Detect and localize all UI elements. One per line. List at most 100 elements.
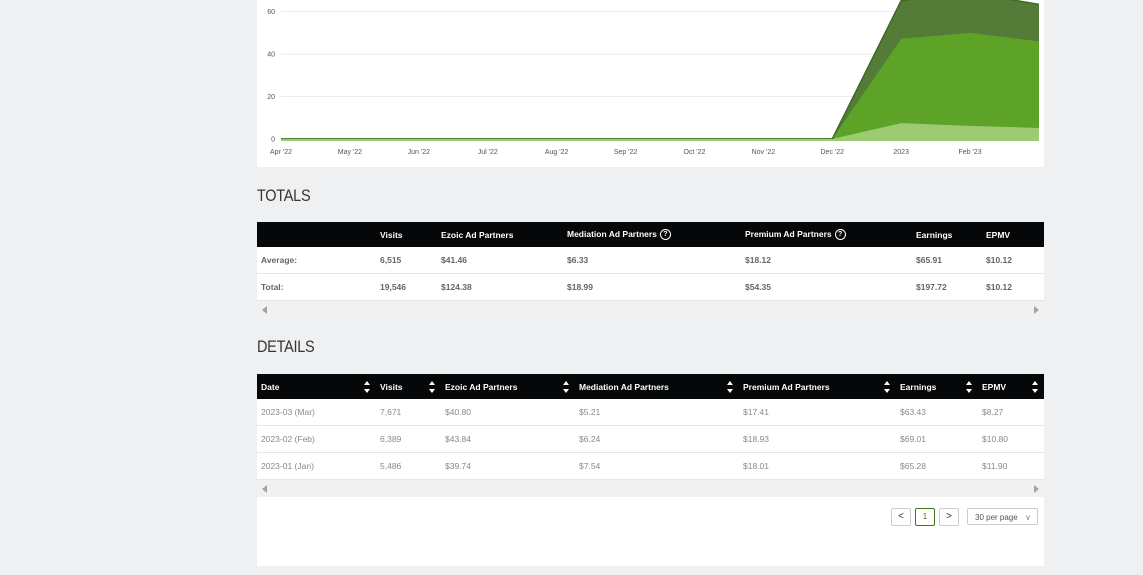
visits-cell: 7,671 bbox=[376, 399, 441, 426]
date-cell: 2023-03 (Mar) bbox=[257, 399, 376, 426]
premium-cell: $54.35 bbox=[741, 273, 912, 301]
totals-header-mediation: Mediation Ad Partners? bbox=[563, 222, 741, 247]
chevron-down-icon: ∨ bbox=[1025, 513, 1031, 522]
epmv-cell: $10.80 bbox=[978, 425, 1044, 453]
earnings-cell: $65.91 bbox=[912, 247, 982, 274]
premium-cell: $18.93 bbox=[739, 425, 896, 453]
series-area-1 bbox=[281, 123, 1039, 139]
totals-header-label bbox=[257, 222, 376, 247]
mediation-cell: $18.99 bbox=[563, 273, 741, 301]
premium-cell: $17.41 bbox=[739, 399, 896, 426]
x-tick-label: 2023 bbox=[893, 149, 909, 156]
y-tick-label: 20 bbox=[267, 94, 275, 101]
epmv-cell: $11.90 bbox=[978, 452, 1044, 480]
ezoic-cell: $43.84 bbox=[441, 425, 575, 453]
mediation-cell: $5.21 bbox=[575, 399, 739, 426]
sort-icon[interactable] bbox=[1032, 381, 1038, 393]
sort-icon[interactable] bbox=[429, 381, 435, 393]
sort-header-mediation[interactable]: Mediation Ad Partners bbox=[575, 374, 739, 399]
premium-cell: $18.12 bbox=[741, 247, 912, 274]
sort-header-visits[interactable]: Visits bbox=[376, 374, 441, 399]
earnings-cell: $69.01 bbox=[896, 425, 978, 453]
totals-header-row: Visits Ezoic Ad Partners Mediation Ad Pa… bbox=[257, 222, 1044, 247]
table-row: 2023-01 (Jan) 5,486 $39.74 $7.54 $18.01 … bbox=[257, 452, 1044, 480]
earnings-cell: $197.72 bbox=[912, 273, 982, 301]
help-icon[interactable]: ? bbox=[834, 229, 846, 241]
ezoic-cell: $39.74 bbox=[441, 452, 575, 480]
date-cell: 2023-01 (Jan) bbox=[257, 452, 376, 480]
sort-icon[interactable] bbox=[364, 381, 370, 393]
totals-header-ezoic: Ezoic Ad Partners bbox=[437, 222, 563, 247]
sort-icon[interactable] bbox=[884, 381, 890, 393]
x-tick-label: Jun '22 bbox=[408, 149, 430, 156]
sort-header-earnings[interactable]: Earnings bbox=[896, 374, 978, 399]
premium-cell: $18.01 bbox=[739, 452, 896, 480]
table-row: Average: 6,515 $41.46 $6.33 $18.12 $65.9… bbox=[257, 247, 1044, 274]
x-tick-label: Aug '22 bbox=[545, 149, 569, 156]
earnings-chart: 0 20 40 60 Apr '22 May '22 Jun '22 Jul '22 Aug '… bbox=[257, 0, 1044, 167]
visits-cell: 6,515 bbox=[376, 247, 437, 274]
sort-header-ezoic[interactable]: Ezoic Ad Partners bbox=[441, 374, 575, 399]
y-tick-label: 40 bbox=[267, 52, 275, 59]
visits-cell: 5,486 bbox=[376, 452, 441, 480]
sort-header-epmv[interactable]: EPMV bbox=[978, 374, 1044, 399]
x-tick-label: Jul '22 bbox=[478, 149, 498, 156]
per-page-select[interactable]: 30 per page ∨ bbox=[967, 508, 1038, 525]
pagination-panel: < 1 > 30 per page ∨ bbox=[257, 497, 1044, 566]
mediation-cell: $6.24 bbox=[575, 425, 739, 453]
area-chart: 0 20 40 60 Apr '22 May '22 Jun '22 Jul '22 Aug '… bbox=[267, 0, 1040, 156]
details-header-row: Date Visits Ezoic Ad Partners Mediation … bbox=[257, 374, 1044, 399]
totals-header-epmv: EPMV bbox=[982, 222, 1044, 247]
scroll-right-icon[interactable] bbox=[1034, 306, 1039, 314]
sort-icon[interactable] bbox=[966, 381, 972, 393]
earnings-cell: $65.28 bbox=[896, 452, 978, 480]
scroll-right-icon[interactable] bbox=[1034, 485, 1039, 493]
x-tick-label: Nov '22 bbox=[752, 149, 776, 156]
row-label: Average: bbox=[257, 247, 376, 274]
date-cell: 2023-02 (Feb) bbox=[257, 425, 376, 453]
x-tick-label: May '22 bbox=[338, 149, 362, 156]
sort-icon[interactable] bbox=[727, 381, 733, 393]
y-tick-label: 60 bbox=[267, 9, 275, 16]
x-tick-label: Oct '22 bbox=[683, 149, 705, 156]
totals-header-premium: Premium Ad Partners? bbox=[741, 222, 912, 247]
ezoic-cell: $41.46 bbox=[437, 247, 563, 274]
x-tick-label: Feb '23 bbox=[959, 149, 982, 156]
per-page-label: 30 per page bbox=[975, 513, 1018, 522]
help-icon[interactable]: ? bbox=[659, 229, 671, 241]
sort-header-premium[interactable]: Premium Ad Partners bbox=[739, 374, 896, 399]
x-tick-label: Dec '22 bbox=[821, 149, 845, 156]
totals-horizontal-scrollbar[interactable] bbox=[257, 302, 1044, 318]
table-row: Total: 19,546 $124.38 $18.99 $54.35 $197… bbox=[257, 273, 1044, 301]
epmv-cell: $8.27 bbox=[978, 399, 1044, 426]
details-title: DETAILS bbox=[257, 337, 315, 356]
totals-title: TOTALS bbox=[257, 186, 311, 205]
details-table: Date Visits Ezoic Ad Partners Mediation … bbox=[257, 374, 1044, 480]
page-1-button[interactable]: 1 bbox=[915, 508, 935, 526]
table-row: 2023-03 (Mar) 7,671 $40.80 $5.21 $17.41 … bbox=[257, 399, 1044, 426]
details-horizontal-scrollbar[interactable] bbox=[257, 481, 1044, 497]
table-row: 2023-02 (Feb) 6,389 $43.84 $6.24 $18.93 … bbox=[257, 425, 1044, 453]
totals-header-earnings: Earnings bbox=[912, 222, 982, 247]
epmv-cell: $10.12 bbox=[982, 273, 1044, 301]
epmv-cell: $10.12 bbox=[982, 247, 1044, 274]
ezoic-cell: $124.38 bbox=[437, 273, 563, 301]
scroll-left-icon[interactable] bbox=[262, 306, 267, 314]
visits-cell: 6,389 bbox=[376, 425, 441, 453]
mediation-cell: $7.54 bbox=[575, 452, 739, 480]
mediation-cell: $6.33 bbox=[563, 247, 741, 274]
prev-page-button[interactable]: < bbox=[891, 508, 911, 526]
ezoic-cell: $40.80 bbox=[441, 399, 575, 426]
row-label: Total: bbox=[257, 273, 376, 301]
totals-table: Visits Ezoic Ad Partners Mediation Ad Pa… bbox=[257, 222, 1044, 301]
sort-icon[interactable] bbox=[563, 381, 569, 393]
y-tick-label: 0 bbox=[271, 137, 275, 144]
x-tick-label: Apr '22 bbox=[270, 149, 292, 156]
series-area-2 bbox=[281, 32, 1039, 139]
x-tick-label: Sep '22 bbox=[614, 149, 638, 156]
totals-header-visits: Visits bbox=[376, 222, 437, 247]
visits-cell: 19,546 bbox=[376, 273, 437, 301]
next-page-button[interactable]: > bbox=[939, 508, 959, 526]
sort-header-date[interactable]: Date bbox=[257, 374, 376, 399]
scroll-left-icon[interactable] bbox=[262, 485, 267, 493]
